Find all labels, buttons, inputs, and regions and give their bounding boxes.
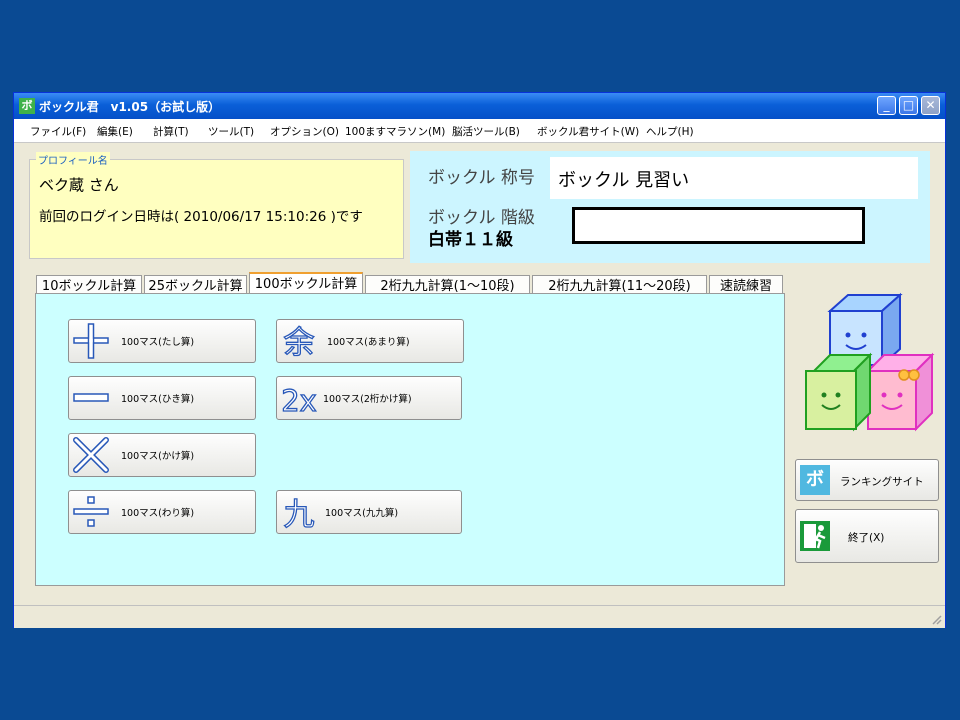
last-login-text: 前回のログイン日時は( 2010/06/17 15:10:26 )です	[39, 209, 363, 225]
ranking-site-button[interactable]: ボ ランキングサイト	[795, 459, 939, 501]
two-digit-multiply-button[interactable]: 2x 100マス(2桁かけ算)	[276, 376, 462, 420]
title-value-box: ボックル 見習い	[550, 157, 918, 199]
exit-icon	[800, 521, 830, 551]
resize-grip-icon[interactable]	[930, 613, 942, 625]
remainder-icon: 余	[283, 324, 315, 359]
remainder-label: 100マス(あまり算)	[327, 337, 410, 348]
menu-help[interactable]: ヘルプ(H)	[646, 124, 694, 139]
profile-legend: プロフィール名	[36, 152, 110, 167]
close-button[interactable]: ✕	[921, 96, 940, 115]
profile-name: ベク蔵 さん	[39, 176, 119, 194]
title-value: ボックル 見習い	[558, 170, 690, 191]
ranking-site-label: ランキングサイト	[840, 476, 924, 488]
two-x-glyph: 2x	[281, 384, 317, 416]
two-digit-multiply-label: 100マス(2桁かけ算)	[323, 394, 412, 405]
subtract-button[interactable]: 100マス(ひき算)	[68, 376, 256, 420]
menu-marathon[interactable]: 100ますマラソン(M)	[345, 124, 445, 139]
remainder-glyph: 余	[284, 325, 315, 359]
multiply-button[interactable]: 100マス(かけ算)	[68, 433, 256, 477]
kuku-icon: 九	[283, 496, 315, 530]
tab-panel-100: 100マス(たし算) 100マス(ひき算) 100マス(かけ算) 100マス(わ…	[35, 293, 785, 586]
window-title: ボックル君 v1.05（お試し版）	[39, 100, 221, 114]
status-bar	[14, 605, 945, 628]
add-label: 100マス(たし算)	[121, 337, 195, 348]
divide-button[interactable]: 100マス(わり算)	[68, 490, 256, 534]
menu-calc[interactable]: 計算(T)	[153, 124, 189, 139]
ranking-site-icon: ボ	[800, 465, 830, 495]
maximize-button[interactable]: □	[899, 96, 918, 115]
level-value: 白帯１１級	[428, 230, 513, 250]
menu-tools[interactable]: ツール(T)	[208, 124, 254, 139]
multiply-icon	[73, 437, 109, 473]
app-window: ボ ボックル君 v1.05（お試し版） _ □ ✕ ファイル(F) 編集(E) …	[13, 92, 946, 628]
exit-label: 終了(X)	[848, 532, 885, 544]
title-bar[interactable]: ボ ボックル君 v1.05（お試し版） _ □ ✕	[14, 93, 945, 119]
plus-icon	[73, 323, 109, 359]
kuku-glyph: 九	[284, 497, 315, 530]
profile-panel: プロフィール名 ベク蔵 さん 前回のログイン日時は( 2010/06/17 15…	[29, 152, 404, 259]
remainder-button[interactable]: 余 100マス(あまり算)	[276, 319, 464, 363]
menu-options[interactable]: オプション(O)	[270, 124, 339, 139]
kuku-button[interactable]: 九 100マス(九九算)	[276, 490, 462, 534]
add-button[interactable]: 100マス(たし算)	[68, 319, 256, 363]
multiply-label: 100マス(かけ算)	[121, 451, 195, 462]
mascot-blocks-image	[805, 292, 935, 432]
rank-panel: ボックル 称号 ボックル 見習い ボックル 階級 白帯１１級	[410, 151, 930, 263]
menu-file[interactable]: ファイル(F)	[30, 124, 86, 139]
minimize-button[interactable]: _	[877, 96, 896, 115]
exit-button[interactable]: 終了(X)	[795, 509, 939, 563]
divide-label: 100マス(わり算)	[121, 508, 195, 519]
menu-bar: ファイル(F) 編集(E) 計算(T) ツール(T) オプション(O) 100ま…	[14, 119, 945, 143]
level-progress-bar	[572, 207, 865, 244]
app-icon: ボ	[19, 98, 35, 114]
menu-edit[interactable]: 編集(E)	[97, 124, 133, 139]
divide-icon	[73, 496, 109, 527]
two-x-icon: 2x	[281, 383, 317, 416]
menu-site[interactable]: ボックル君サイト(W)	[537, 124, 639, 139]
kuku-label: 100マス(九九算)	[325, 508, 399, 519]
title-label: ボックル 称号	[428, 168, 535, 188]
minus-icon	[73, 393, 109, 402]
menu-brain-tools[interactable]: 脳活ツール(B)	[452, 124, 520, 139]
subtract-label: 100マス(ひき算)	[121, 394, 195, 405]
